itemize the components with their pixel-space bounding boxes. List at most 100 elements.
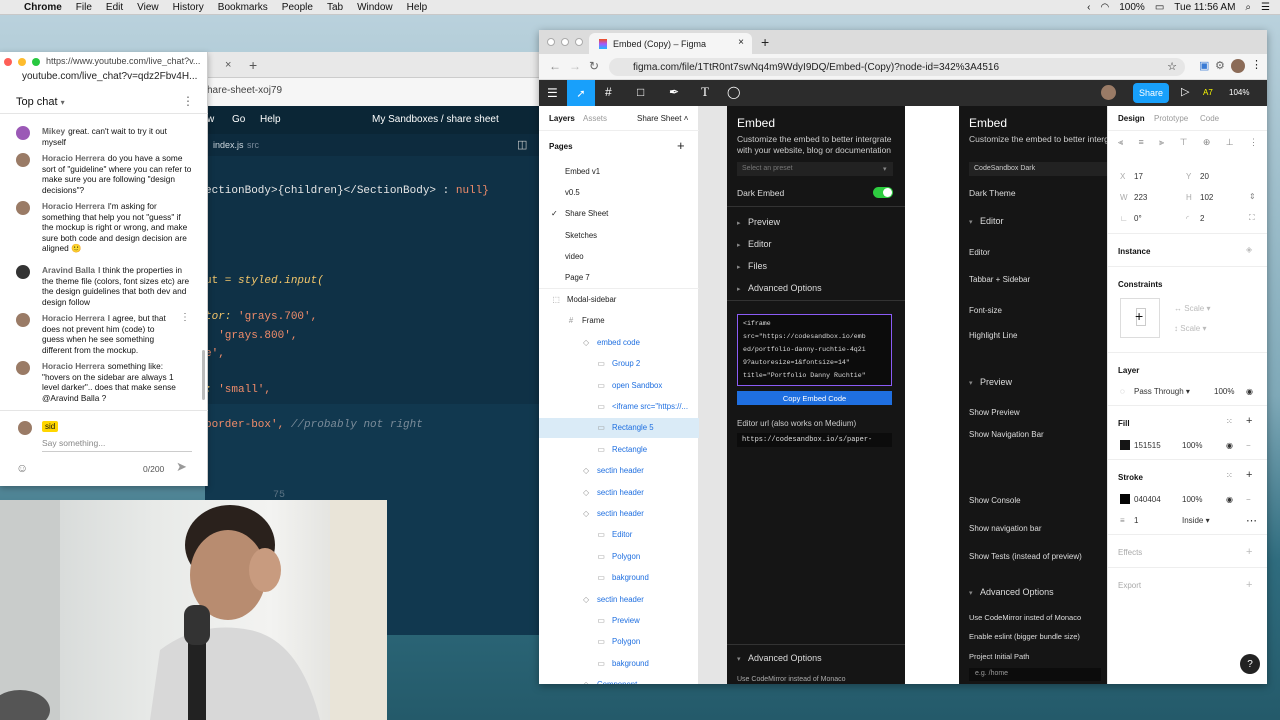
layer-row[interactable]: ▭ Rectangle 5 (596, 423, 653, 432)
clock[interactable]: Tue 11:56 AM (1174, 2, 1235, 13)
remove-stroke-icon[interactable]: − (1246, 495, 1251, 504)
embed-frame-1[interactable]: Embed Customize the embed to better inte… (727, 106, 905, 684)
chat-mode-dropdown[interactable]: Top chat ▾ (16, 96, 65, 108)
tab-code[interactable]: Code (1200, 114, 1219, 123)
constraints-widget[interactable]: + (1120, 298, 1160, 338)
file-tab-index[interactable]: index.js (213, 140, 244, 150)
menu-window[interactable]: Window (357, 2, 393, 13)
send-icon[interactable]: ➤ (176, 459, 187, 475)
back-icon[interactable]: ← (549, 59, 561, 73)
zoom-window-icon[interactable] (32, 58, 40, 66)
tab-figma[interactable]: Embed (Copy) – Figma × (589, 33, 752, 54)
new-tab-icon[interactable]: + (761, 34, 769, 50)
page-item[interactable]: Share Sheet (565, 209, 608, 218)
layer-row[interactable]: ▭ Group 2 (596, 359, 640, 368)
remove-fill-icon[interactable]: − (1246, 441, 1251, 450)
align-bottom-icon[interactable]: ⊥ (1226, 137, 1234, 148)
wifi-icon[interactable]: ◠ (1101, 2, 1110, 13)
star-icon[interactable]: ☆ (1167, 60, 1177, 73)
component-icon[interactable]: ◈ (1246, 245, 1252, 254)
align-left-icon[interactable]: ⫷ (1118, 137, 1123, 148)
editor-url-field[interactable]: https://codesandbox.io/s/paper- (737, 433, 892, 447)
url-field[interactable]: figma.com/file/1TtR0nt7swNq4m9WdyI9DQ/Em… (609, 58, 1185, 76)
comment-tool-icon[interactable]: ◯ (727, 85, 740, 99)
w-input[interactable]: 223 (1134, 193, 1147, 202)
chat-message-input[interactable]: Say something... (42, 438, 192, 452)
page-item[interactable]: video (565, 252, 584, 261)
move-tool-icon[interactable]: ➚ (567, 80, 595, 106)
frame-tool-icon[interactable]: # (605, 85, 612, 99)
menu-help[interactable]: Help (407, 2, 428, 13)
section-editor[interactable]: ▸ Editor (737, 239, 772, 249)
align-middle-icon[interactable]: ⊕ (1203, 137, 1211, 148)
url-partial[interactable]: hare-sheet-xoj79 (207, 85, 282, 96)
embed-code-block[interactable]: <iframe src="https://codesandbox.io/emb … (737, 314, 892, 386)
fill-swatch[interactable] (1120, 440, 1130, 450)
h-input[interactable]: 102 (1200, 193, 1213, 202)
menu-bookmarks[interactable]: Bookmarks (218, 2, 268, 13)
stroke-swatch[interactable] (1120, 494, 1130, 504)
minimize-window-icon[interactable] (561, 38, 569, 46)
more-options-icon[interactable]: ⋯ (1246, 514, 1257, 527)
menu-view[interactable]: View (137, 2, 159, 13)
add-export-icon[interactable]: + (1246, 579, 1252, 591)
figma-canvas[interactable]: Embed Customize the embed to better inte… (699, 106, 1109, 684)
pen-tool-icon[interactable]: ✒ (669, 85, 679, 99)
menu-tab[interactable]: Tab (327, 2, 343, 13)
extension-icon[interactable]: ⚙ (1215, 59, 1225, 72)
add-fill-icon[interactable]: + (1246, 415, 1252, 427)
menu-history[interactable]: History (173, 2, 204, 13)
layer-row[interactable]: # Frame (566, 316, 605, 325)
section-preview[interactable]: ▾ Preview (969, 377, 1012, 387)
help-button[interactable]: ? (1240, 654, 1260, 674)
eye-icon[interactable]: ◉ (1246, 387, 1253, 396)
layer-row[interactable]: ▭ Preview (596, 616, 639, 625)
layer-row[interactable]: ▭ Polygon (596, 637, 640, 646)
browser-menu-icon[interactable]: ⋮ (1251, 58, 1262, 71)
align-center-icon[interactable]: ≡ (1138, 137, 1143, 148)
menu-people[interactable]: People (282, 2, 313, 13)
page-item[interactable]: v0.5 (565, 188, 580, 197)
align-top-icon[interactable]: ⊤ (1180, 137, 1188, 148)
text-tool-icon[interactable]: T (701, 84, 709, 100)
tab-prototype[interactable]: Prototype (1154, 114, 1188, 123)
menu-file[interactable]: File (76, 2, 92, 13)
chat-address[interactable]: youtube.com/live_chat?v=qdz2Fbv4H... (22, 71, 202, 82)
initial-path-input[interactable]: e.g. /home (969, 668, 1101, 681)
avatar[interactable] (1101, 85, 1116, 100)
y-input[interactable]: 20 (1200, 172, 1209, 181)
chat-scrollbar[interactable] (202, 350, 205, 400)
shape-tool-icon[interactable]: □ (637, 85, 644, 99)
present-icon[interactable]: ▷ (1181, 85, 1189, 98)
layer-row[interactable]: ▭ Polygon (596, 552, 640, 561)
more-options-icon[interactable]: ⋮ (182, 94, 194, 108)
embed-frame-2[interactable]: Embed Customize the embed to better inte… (959, 106, 1109, 684)
radius-input[interactable]: 2 (1200, 214, 1204, 223)
menu-app[interactable]: Chrome (24, 2, 62, 13)
zoom-level[interactable]: 104% (1229, 88, 1249, 97)
stroke-position[interactable]: Inside ▾ (1182, 516, 1210, 525)
minimize-window-icon[interactable] (18, 58, 26, 66)
constrain-proportions-icon[interactable]: ⇕ (1249, 192, 1256, 201)
grid-styles-icon[interactable]: ⁙ (1226, 417, 1233, 426)
split-view-icon[interactable]: ◫ (517, 138, 527, 151)
layer-row[interactable]: ◇ embed code (581, 338, 640, 347)
close-tab-icon[interactable]: × (225, 59, 231, 71)
forward-icon[interactable]: → (569, 59, 581, 73)
independent-corners-icon[interactable]: ⛶ (1249, 213, 1255, 223)
layer-opacity[interactable]: 100% (1214, 387, 1234, 396)
emoji-icon[interactable]: ☺ (16, 461, 28, 475)
eye-icon[interactable]: ◉ (1226, 495, 1233, 504)
distribute-icon[interactable]: ⋮ (1249, 137, 1258, 148)
add-stroke-icon[interactable]: + (1246, 469, 1252, 481)
align-right-icon[interactable]: ⫸ (1159, 137, 1164, 148)
stroke-opacity[interactable]: 100% (1182, 495, 1202, 504)
tab-layers[interactable]: Layers (549, 114, 575, 123)
back-icon[interactable]: ‹ (1087, 2, 1090, 13)
battery-icon[interactable]: ▭ (1155, 2, 1164, 13)
reload-icon[interactable]: ↻ (589, 59, 599, 73)
share-button[interactable]: Share (1133, 83, 1169, 103)
tab-assets[interactable]: Assets (583, 114, 607, 123)
section-editor[interactable]: ▾ Editor (969, 216, 1004, 226)
add-effect-icon[interactable]: + (1246, 546, 1252, 558)
